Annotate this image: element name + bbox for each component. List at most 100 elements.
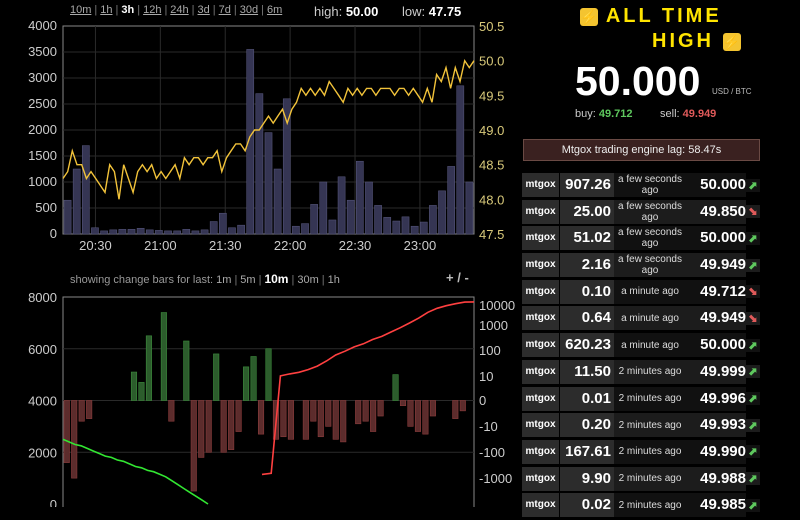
x-tick: 23:00	[404, 238, 437, 250]
buy-value: 49.712	[598, 108, 633, 120]
zoom-in-button[interactable]: +	[446, 270, 454, 285]
change-bars-option-1m[interactable]: 1m	[216, 274, 231, 286]
arrow-up-icon: ⬈	[746, 418, 760, 432]
change-bar	[422, 400, 429, 435]
ath-banner-line2: HIGH ⚡	[652, 30, 800, 53]
volume-bar	[374, 205, 382, 235]
y-left-tick: 0	[50, 226, 57, 241]
change-bar	[250, 356, 257, 401]
change-bar	[130, 371, 138, 401]
change-bar	[370, 400, 377, 432]
trade-price: 49.949	[686, 306, 746, 331]
volume-bar	[438, 190, 446, 235]
trade-exchange: mtgox	[522, 493, 559, 518]
change-bar	[414, 400, 421, 432]
arrow-up-icon: ⬈	[746, 472, 760, 486]
change-bar	[392, 374, 399, 401]
trade-row: mtgox 51.02 a few seconds ago 50.000 ⬈	[522, 226, 762, 251]
change-bars-option-5m[interactable]: 5m	[240, 274, 255, 286]
volume-bar	[63, 199, 72, 235]
trade-row: mtgox 907.26 a few seconds ago 50.000 ⬈	[522, 173, 762, 197]
y-left-tick: 6000	[28, 342, 57, 357]
change-bar	[145, 335, 152, 401]
trade-time: 2 minutes ago	[614, 413, 686, 438]
volume-bar	[109, 229, 118, 235]
y-right-tick: 1000	[479, 318, 508, 333]
y-right-tick: 10000	[479, 298, 515, 313]
change-bar	[168, 400, 175, 422]
trade-price: 49.993	[686, 413, 746, 438]
trade-price: 49.988	[686, 466, 746, 491]
x-tick: 22:30	[339, 238, 372, 250]
change-bar	[63, 400, 70, 463]
change-bar	[190, 400, 197, 492]
volume-bar	[301, 223, 309, 235]
trade-time: a few seconds ago	[614, 253, 686, 278]
trade-amount: 907.26	[560, 173, 614, 197]
change-bar	[407, 400, 414, 427]
volume-bar	[328, 219, 337, 235]
trade-exchange: mtgox	[522, 226, 559, 251]
change-bar	[280, 400, 287, 438]
volume-bar	[319, 181, 328, 235]
y-right-tick: -10	[479, 419, 498, 434]
volume-bar	[447, 166, 455, 235]
trade-price: 49.850	[686, 199, 746, 224]
trade-exchange: mtgox	[522, 386, 559, 411]
volume-bar	[200, 229, 209, 235]
y-left-tick: 2000	[28, 445, 57, 460]
trade-amount: 620.23	[560, 333, 614, 358]
current-price: 50.000	[575, 58, 701, 104]
y-left-tick: 2500	[28, 96, 57, 111]
volume-bar	[429, 205, 437, 235]
arrow-up-icon: ⬈	[746, 365, 760, 379]
trade-row: mtgox 25.00 a few seconds ago 49.850 ⬊	[522, 199, 762, 224]
trade-time: a few seconds ago	[614, 226, 686, 251]
change-bars-label: showing change bars for last:	[70, 274, 214, 286]
y-right-tick: 10	[479, 369, 493, 384]
change-bar	[198, 400, 205, 458]
banner-text-1: ALL TIME	[605, 5, 722, 27]
trade-row: mtgox 11.50 2 minutes ago 49.999 ⬈	[522, 359, 762, 384]
change-bars-option-10m[interactable]: 10m	[264, 272, 288, 286]
y-left-tick: 3000	[28, 70, 57, 85]
change-bar	[459, 400, 466, 412]
y-right-tick: 48.5	[479, 158, 504, 173]
trade-amount: 0.10	[560, 279, 614, 304]
change-bars-option-30m[interactable]: 30m	[297, 274, 318, 286]
volume-bar	[383, 217, 392, 235]
option-separator: |	[258, 274, 262, 286]
volume-bar	[228, 227, 236, 235]
trade-row: mtgox 0.10 a minute ago 49.712 ⬊	[522, 279, 762, 304]
trades-list: mtgox 907.26 a few seconds ago 50.000 ⬈ mtgox…	[522, 173, 762, 520]
volume-bar	[273, 168, 282, 235]
trade-amount: 0.02	[560, 493, 614, 518]
change-bar	[243, 366, 250, 401]
y-right-tick: 50.5	[479, 19, 504, 34]
volume-bar	[337, 176, 346, 235]
trade-time: a minute ago	[614, 333, 686, 358]
change-bar	[183, 340, 190, 401]
trade-time: 2 minutes ago	[614, 439, 686, 464]
change-bar	[228, 400, 235, 450]
arrow-up-icon: ⬈	[746, 338, 760, 352]
trade-time: a few seconds ago	[614, 199, 686, 224]
trade-row: mtgox 0.01 2 minutes ago 49.996 ⬈	[522, 386, 762, 411]
trade-row: mtgox 9.90 2 minutes ago 49.988 ⬈	[522, 466, 762, 491]
zoom-out-button[interactable]: -	[464, 270, 468, 285]
trade-exchange: mtgox	[522, 199, 559, 224]
x-tick: 21:00	[144, 238, 177, 250]
change-bars-option-1h[interactable]: 1h	[328, 274, 340, 286]
zoom-separator: /	[457, 270, 461, 285]
arrow-down-icon: ⬊	[746, 311, 760, 325]
trade-price: 49.712	[686, 279, 746, 304]
trade-amount: 9.90	[560, 466, 614, 491]
trade-exchange: mtgox	[522, 413, 559, 438]
change-bar	[340, 400, 347, 443]
trade-time: a minute ago	[614, 279, 686, 304]
buy-label: buy:	[575, 108, 596, 120]
volume-bar	[145, 229, 154, 235]
trade-amount: 25.00	[560, 199, 614, 224]
y-left-tick: 4000	[28, 394, 57, 409]
y-right-tick: 50.0	[479, 54, 504, 69]
